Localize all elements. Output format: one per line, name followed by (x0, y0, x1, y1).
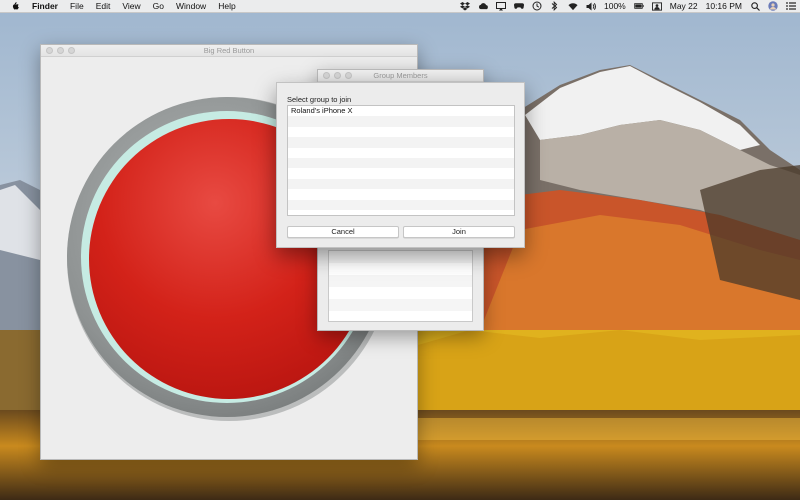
battery-icon[interactable] (633, 1, 644, 11)
volume-icon[interactable] (586, 1, 596, 11)
menu-help[interactable]: Help (212, 0, 241, 12)
dropbox-icon[interactable] (459, 1, 470, 11)
list-item[interactable] (329, 263, 472, 275)
group-window-titlebar[interactable]: Group Members (318, 70, 483, 82)
join-group-sheet: Select group to join Roland's iPhone X C… (276, 82, 525, 248)
group-window-title: Group Members (373, 71, 428, 80)
airplay-display-icon[interactable] (495, 1, 506, 11)
group-row[interactable] (288, 157, 514, 169)
battery-percent[interactable]: 100% (604, 1, 626, 11)
menu-view[interactable]: View (116, 0, 146, 12)
group-row[interactable] (288, 189, 514, 199)
sheet-prompt-label: Select group to join (287, 95, 352, 104)
wifi-icon[interactable] (568, 1, 578, 11)
apple-icon[interactable] (10, 1, 20, 11)
cloud-icon[interactable] (478, 1, 488, 11)
group-row[interactable] (288, 127, 514, 137)
time-machine-icon[interactable] (532, 1, 542, 11)
group-row[interactable] (288, 168, 514, 178)
menu-bar: Finder File Edit View Go Window Help 100… (0, 0, 800, 13)
group-row[interactable]: Roland's iPhone X (288, 106, 514, 116)
list-item[interactable] (329, 311, 472, 321)
menubar-date[interactable]: May 22 (670, 1, 698, 11)
group-members-list[interactable] (328, 250, 473, 322)
group-row[interactable] (288, 116, 514, 127)
list-item[interactable] (329, 299, 472, 311)
join-button[interactable]: Join (403, 226, 515, 238)
main-window-title: Big Red Button (203, 46, 255, 55)
menu-file[interactable]: File (64, 0, 90, 12)
group-row[interactable] (288, 137, 514, 148)
menu-finder[interactable]: Finder (26, 0, 64, 12)
list-item[interactable] (329, 275, 472, 287)
group-list[interactable]: Roland's iPhone X (287, 105, 515, 216)
menu-window[interactable]: Window (170, 0, 212, 12)
game-controller-icon[interactable] (513, 1, 524, 11)
notification-center-icon[interactable] (786, 1, 796, 11)
group-row[interactable] (288, 148, 514, 158)
bluetooth-icon[interactable] (550, 1, 560, 11)
user-avatar-icon[interactable] (768, 1, 778, 11)
list-item[interactable] (329, 251, 472, 263)
menu-edit[interactable]: Edit (90, 0, 117, 12)
menubar-time[interactable]: 10:16 PM (706, 1, 742, 11)
list-item[interactable] (329, 287, 472, 299)
main-window-titlebar[interactable]: Big Red Button (41, 45, 417, 57)
user-switch-icon[interactable] (651, 1, 662, 11)
group-row[interactable] (288, 199, 514, 210)
spotlight-search-icon[interactable] (750, 1, 760, 11)
menu-go[interactable]: Go (147, 0, 170, 12)
group-row[interactable] (288, 178, 514, 190)
cancel-button[interactable]: Cancel (287, 226, 399, 238)
